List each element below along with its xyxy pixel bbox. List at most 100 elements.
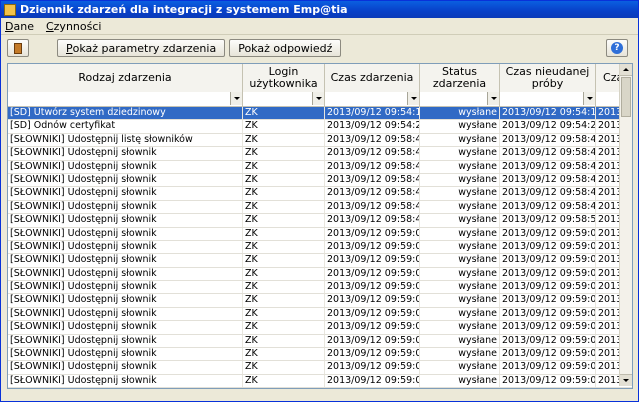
title-bar[interactable]: Dziennik zdarzeń dla integracji z system… bbox=[1, 1, 638, 18]
menu-czynnosci-mnemonic: C bbox=[45, 19, 54, 33]
menu-czynnosci[interactable]: Czynności bbox=[46, 20, 101, 33]
app-icon bbox=[4, 3, 16, 16]
column-header[interactable]: Login użytkownika bbox=[243, 64, 325, 92]
table-row[interactable]: [SŁOWNIKI] Udostępnij słownikZK2013/09/1… bbox=[8, 267, 632, 282]
table-cell: 2013/09/12 09:59:03 bbox=[327, 321, 420, 334]
filter-dropdown-button[interactable] bbox=[487, 92, 499, 105]
table-row[interactable]: [SŁOWNIKI] Udostępnij słownikZK2013/09/1… bbox=[8, 214, 632, 228]
table-cell: ZK bbox=[243, 173, 325, 187]
table-row[interactable]: [SŁOWNIKI] Udostępnij listę słowników ZK 2… bbox=[8, 133, 632, 148]
filter-field[interactable] bbox=[500, 92, 596, 106]
filter-dropdown-button[interactable] bbox=[230, 92, 242, 105]
table-cell: ZK bbox=[243, 307, 325, 321]
table-row[interactable]: [SŁOWNIKI] Udostępnij słownikZK2013/09/1… bbox=[8, 321, 632, 335]
filter-dropdown-button[interactable] bbox=[583, 92, 595, 105]
table-row[interactable]: [SŁOWNIKI] Udostępnij słownikZK2013/09/1… bbox=[8, 200, 632, 215]
table-cell: 2013/09/12 09:58:47 bbox=[502, 200, 596, 214]
table-cell: 2013/09/12 09:59:02 bbox=[502, 294, 596, 307]
table-row[interactable]: [SŁOWNIKI] Udostępnij słownikZK2013/09/1… bbox=[8, 240, 632, 255]
table-cell: wysłane bbox=[420, 173, 500, 187]
table-row[interactable]: [SŁOWNIKI] Udostępnij słownikZK2013/09/1… bbox=[8, 160, 632, 174]
filter-field[interactable] bbox=[325, 92, 420, 106]
table-cell: 2013/09/12 09:59:02 bbox=[327, 307, 420, 321]
table-cell: ZK bbox=[243, 227, 325, 240]
scroll-down-button[interactable] bbox=[620, 374, 632, 386]
table-cell: [SD] Utwórz system dziedzinowy bbox=[8, 107, 243, 120]
table-row[interactable]: [SŁOWNIKI] Udostępnij słownikZK2013/09/1… bbox=[8, 374, 632, 388]
table-cell: 2013/09/12 09:54:27 bbox=[327, 120, 420, 133]
exit-button[interactable] bbox=[7, 39, 29, 57]
table-row[interactable]: [SD] Odnów certyfikat ZK 2013/09/12 09:54:… bbox=[8, 120, 632, 134]
table-cell: wysłane bbox=[420, 348, 500, 361]
table-row[interactable]: [SŁOWNIKI] Udostępnij słownikZK2013/09/1… bbox=[8, 173, 632, 188]
table-row[interactable]: [SŁOWNIKI] Udostępnij słownikZK2013/09/1… bbox=[8, 361, 632, 375]
show-response-button[interactable]: Pokaż odpowiedź bbox=[229, 39, 342, 57]
table-cell: 2013/09/12 09:59:01 bbox=[327, 281, 420, 294]
toolbar: Pokaż parametry zdarzenia Pokaż odpowied… bbox=[1, 35, 638, 61]
table-cell: ZK bbox=[243, 281, 325, 294]
table-cell: 2013/09/12 09:58:44 bbox=[327, 160, 420, 173]
menu-dane[interactable]: Dane bbox=[5, 20, 34, 33]
table-row[interactable]: [SŁOWNIKI] Udostępnij słownikZK2013/09/1… bbox=[8, 294, 632, 308]
table-cell: 2013/09/12 09:59:05 bbox=[500, 388, 596, 389]
table-cell: 2013/09/12 09:59:00 bbox=[327, 240, 420, 254]
filter-field[interactable] bbox=[8, 92, 243, 106]
events-grid[interactable]: Rodzaj zdarzenia Login użytkownika Czas … bbox=[7, 63, 633, 389]
table-cell: 2013/09/12 09:58:44 bbox=[502, 160, 596, 173]
help-icon: ? bbox=[611, 42, 623, 54]
table-row[interactable]: [SD] Utwórz system dziedzinowy ZK 2013/09/… bbox=[8, 107, 632, 121]
table-cell: ZK bbox=[243, 160, 325, 173]
window-title: Dziennik zdarzeń dla integracji z system… bbox=[20, 3, 348, 16]
table-cell: ZK bbox=[243, 254, 325, 267]
vertical-scrollbar[interactable] bbox=[619, 64, 632, 386]
filter-field[interactable] bbox=[420, 92, 500, 106]
table-cell: 2013/09/12 09:59:05 bbox=[502, 374, 596, 388]
table-row[interactable]: [SŁOWNIKI] Udostępnij słownikZK2013/09/1… bbox=[8, 348, 632, 362]
table-cell: [SŁOWNIKI] Udostępnij słownik bbox=[8, 187, 243, 200]
table-cell: 2013/09/12 09:58:44 bbox=[327, 147, 420, 160]
table-row[interactable]: [SŁOWNIKI] Udostępnij słownikZK2013/09/1… bbox=[8, 227, 632, 241]
show-params-button[interactable]: Pokaż parametry zdarzenia bbox=[57, 39, 226, 57]
column-header[interactable]: Czas nieudanej próby bbox=[500, 64, 596, 92]
table-cell: wysłane bbox=[420, 120, 500, 133]
column-header[interactable]: Status zdarzenia bbox=[420, 64, 500, 92]
table-cell: 2013/09/12 09:59:04 bbox=[502, 348, 596, 361]
table-cell: ZK bbox=[243, 200, 325, 214]
table-cell: ZK bbox=[243, 321, 325, 334]
table-cell: 2013/09 bbox=[596, 388, 633, 389]
chevron-up-icon bbox=[623, 68, 629, 71]
table-cell: [SŁOWNIKI] Udostępnij słownik bbox=[8, 214, 243, 227]
table-cell: 2013/09/12 09:59:00 bbox=[502, 254, 596, 267]
scrollbar-thumb[interactable] bbox=[621, 77, 631, 117]
table-row[interactable]: [SŁOWNIKI] Udostępnij słownikZK2013/09/1… bbox=[8, 281, 632, 295]
table-cell: 2013/09/12 09:59:05 bbox=[325, 388, 420, 389]
table-cell: [SŁOWNIKI] Udostępnij słownik bbox=[8, 160, 243, 173]
table-cell: 2013/09/12 09:58:45 bbox=[327, 173, 420, 187]
table-cell: 2013/09/12 09:54:19 bbox=[502, 107, 596, 120]
filter-dropdown-button[interactable] bbox=[407, 92, 419, 105]
table-row[interactable]: [SŁOWNIKI] Udostępnij słownikZK2013/09/1… bbox=[8, 254, 632, 268]
table-cell: wysłane bbox=[420, 361, 500, 374]
filter-field[interactable] bbox=[243, 92, 325, 106]
table-cell: 2013/09/12 09:58:45 bbox=[502, 173, 596, 187]
table-cell: 2013/09/12 09:58:50 bbox=[502, 214, 596, 227]
help-button[interactable]: ? bbox=[606, 39, 628, 57]
table-row[interactable]: [SŁOWNIKI] Udostępnij słownikZK2013/09/1… bbox=[8, 187, 632, 201]
column-header[interactable]: Czas zdarzenia bbox=[325, 64, 420, 92]
chevron-down-icon bbox=[490, 97, 497, 100]
menu-czynnosci-label: zynności bbox=[53, 19, 102, 33]
column-header[interactable]: Rodzaj zdarzenia bbox=[8, 64, 243, 92]
chevron-down-icon bbox=[233, 97, 240, 100]
table-row[interactable]: [SŁOWNIKI] Udostępnij słownikZK2013/09/1… bbox=[8, 147, 632, 161]
table-cell: 2013/09/12 09:58:44 bbox=[502, 147, 596, 160]
filter-dropdown-button[interactable] bbox=[312, 92, 324, 105]
table-row[interactable]: [SŁOWNIKI] Udostępnij słownikZK2013/09/1… bbox=[8, 334, 632, 349]
scroll-up-button[interactable] bbox=[620, 64, 632, 76]
table-cell: wysłane bbox=[420, 147, 500, 160]
door-icon bbox=[14, 42, 22, 54]
table-cell: wysłane bbox=[420, 374, 500, 388]
table-row[interactable]: [SŁOWNIKI] Udostępnij słownikZK2013/09/1… bbox=[8, 307, 632, 322]
main-window: Dziennik zdarzeń dla integracji z system… bbox=[0, 0, 639, 402]
table-row[interactable]: [SŁOWNIKI] Udostępnij słownikZK2013/09/1… bbox=[8, 388, 633, 389]
chevron-down-icon bbox=[315, 97, 322, 100]
